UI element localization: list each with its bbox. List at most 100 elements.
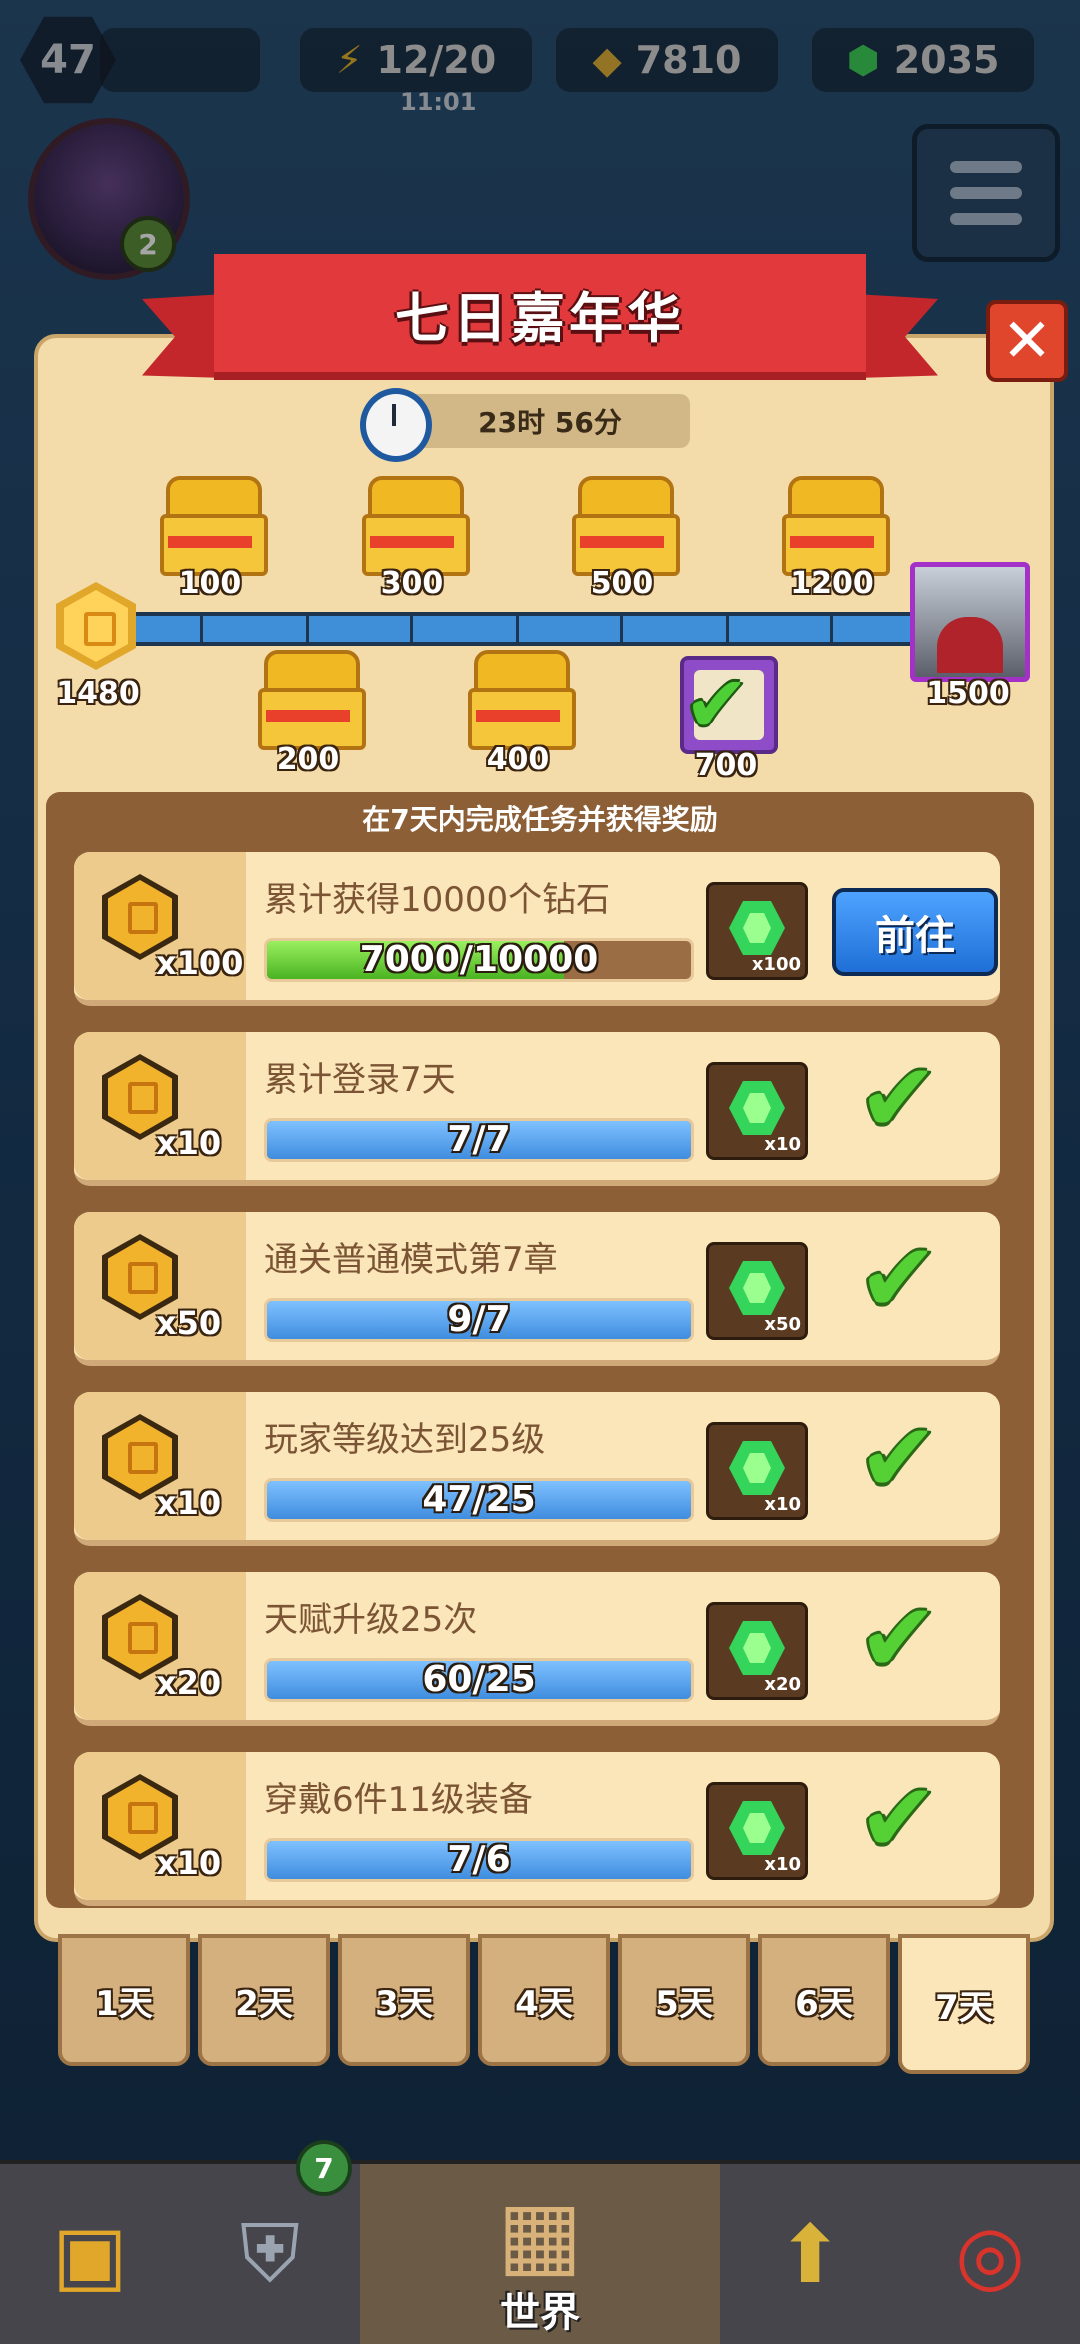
completed-check-icon: ✔ xyxy=(858,1402,939,1514)
task-points: x10 xyxy=(156,1124,222,1162)
upgrade-arrow-icon: ⬆ xyxy=(776,2207,844,2301)
chest-band xyxy=(790,536,874,548)
go-button[interactable]: 前往 xyxy=(832,888,998,976)
task-progress-text: 9/7 xyxy=(447,1299,511,1340)
title-ribbon: 七日嘉年华 xyxy=(142,254,938,384)
milestone-label: 1200 xyxy=(790,566,874,601)
milestone-chest-500[interactable] xyxy=(572,476,680,576)
chest-band xyxy=(168,536,252,548)
task-reward: x10 xyxy=(706,1062,808,1160)
day-tab-4[interactable]: 4天 xyxy=(478,1934,610,2066)
gem-icon xyxy=(729,901,785,955)
task-card: x10 累计登录7天 7/7 x10 ✔ xyxy=(74,1032,1000,1186)
task-reward: x100 xyxy=(706,882,808,980)
track-tick xyxy=(306,616,309,642)
stopwatch-icon xyxy=(360,388,432,462)
equipment-notification-badge: 7 xyxy=(296,2140,352,2196)
task-progress-bar: 7000/10000 xyxy=(264,938,694,982)
current-points: 1480 xyxy=(56,676,140,711)
day-tab-7[interactable]: 7天 xyxy=(898,1934,1030,2074)
reward-count: x50 xyxy=(764,1314,801,1335)
task-points: x100 xyxy=(156,944,244,982)
task-progress-text: 7/7 xyxy=(447,1119,511,1160)
task-card: x10 玩家等级达到25级 47/25 x10 ✔ xyxy=(74,1392,1000,1546)
bottom-nav: ▣ ⛨ ▦ 世界 ⬆ ◎ xyxy=(0,2160,1080,2344)
milestone-chest-200[interactable] xyxy=(258,650,366,750)
completed-check-icon: ✔ xyxy=(858,1042,939,1154)
nav-challenge[interactable]: ◎ xyxy=(900,2164,1080,2344)
timer-text: 23时 56分 xyxy=(478,406,622,439)
chest-band xyxy=(370,536,454,548)
task-card: x10 穿戴6件11级装备 7/6 x10 ✔ xyxy=(74,1752,1000,1906)
milestone-chest-300[interactable] xyxy=(362,476,470,576)
task-progress-text: 7/6 xyxy=(447,1839,511,1880)
task-card: x100 累计获得10000个钻石 7000/10000 x100 前往 xyxy=(74,852,1000,1006)
milestone-label: 200 xyxy=(276,742,340,777)
task-title: 通关普通模式第7章 xyxy=(264,1240,558,1280)
nav-world-label: 世界 xyxy=(500,2290,580,2336)
task-progress-bar: 47/25 xyxy=(264,1478,694,1522)
completed-check-icon: ✔ xyxy=(858,1222,939,1334)
task-progress-bar: 9/7 xyxy=(264,1298,694,1342)
task-points: x50 xyxy=(156,1304,222,1342)
reward-count: x10 xyxy=(764,1134,801,1155)
task-reward: x20 xyxy=(706,1602,808,1700)
nav-upgrade[interactable]: ⬆ xyxy=(720,2164,903,2344)
milestone-label: 500 xyxy=(590,566,654,601)
day-tab-3[interactable]: 3天 xyxy=(338,1934,470,2066)
task-progress-bar: 7/7 xyxy=(264,1118,694,1162)
milestone-label: 300 xyxy=(380,566,444,601)
claimed-check-icon: ✔ xyxy=(684,660,750,750)
task-progress-text: 60/25 xyxy=(422,1659,536,1700)
map-icon: ▦ xyxy=(497,2181,583,2287)
task-reward: x10 xyxy=(706,1782,808,1880)
task-list[interactable]: 在7天内完成任务并获得奖励 x100 累计获得10000个钻石 7000/100… xyxy=(46,792,1034,1908)
milestone-label: 700 xyxy=(694,748,758,783)
close-icon: ✕ xyxy=(1001,306,1053,376)
track-tick xyxy=(200,616,203,642)
task-progress-bar: 60/25 xyxy=(264,1658,694,1702)
reward-count: x100 xyxy=(751,954,801,975)
ribbon-banner: 七日嘉年华 xyxy=(214,254,866,380)
task-points: x10 xyxy=(156,1844,222,1882)
day-tab-2[interactable]: 2天 xyxy=(198,1934,330,2066)
milestone-chest-1200[interactable] xyxy=(782,476,890,576)
day-tab-5[interactable]: 5天 xyxy=(618,1934,750,2066)
points-progress-track xyxy=(126,612,930,646)
task-progress-text: 7000/10000 xyxy=(359,939,599,980)
task-title: 天赋升级25次 xyxy=(264,1600,478,1640)
task-reward: x10 xyxy=(706,1422,808,1520)
task-progress-text: 47/25 xyxy=(422,1479,536,1520)
nav-shop[interactable]: ▣ xyxy=(0,2164,183,2344)
task-title: 穿戴6件11级装备 xyxy=(264,1780,533,1820)
final-points: 1500 xyxy=(926,676,1010,711)
task-title: 累计登录7天 xyxy=(264,1060,456,1100)
task-list-header: 在7天内完成任务并获得奖励 xyxy=(362,803,718,836)
milestone-label: 400 xyxy=(486,742,550,777)
nav-world[interactable]: ▦ 世界 xyxy=(360,2164,723,2344)
task-progress-bar: 7/6 xyxy=(264,1838,694,1882)
chest-band xyxy=(580,536,664,548)
hero-reward-portrait[interactable] xyxy=(910,562,1030,682)
chest-band xyxy=(266,710,350,722)
track-tick xyxy=(516,616,519,642)
close-button[interactable]: ✕ xyxy=(986,300,1068,382)
task-title: 玩家等级达到25级 xyxy=(264,1420,546,1460)
milestone-chest-400[interactable] xyxy=(468,650,576,750)
completed-check-icon: ✔ xyxy=(858,1582,939,1694)
day-tab-1[interactable]: 1天 xyxy=(58,1934,190,2066)
completed-check-icon: ✔ xyxy=(858,1762,939,1874)
milestone-chest-100[interactable] xyxy=(160,476,268,576)
gem-icon xyxy=(729,1801,785,1855)
reward-count: x20 xyxy=(764,1674,801,1695)
day-tab-6[interactable]: 6天 xyxy=(758,1934,890,2066)
track-tick xyxy=(830,616,833,642)
task-points: x10 xyxy=(156,1484,222,1522)
task-reward: x50 xyxy=(706,1242,808,1340)
event-title: 七日嘉年华 xyxy=(395,286,685,350)
gem-icon xyxy=(729,1621,785,1675)
gem-icon xyxy=(729,1081,785,1135)
task-points: x20 xyxy=(156,1664,222,1702)
task-title: 累计获得10000个钻石 xyxy=(264,880,611,920)
armor-icon: ⛨ xyxy=(240,2207,300,2300)
